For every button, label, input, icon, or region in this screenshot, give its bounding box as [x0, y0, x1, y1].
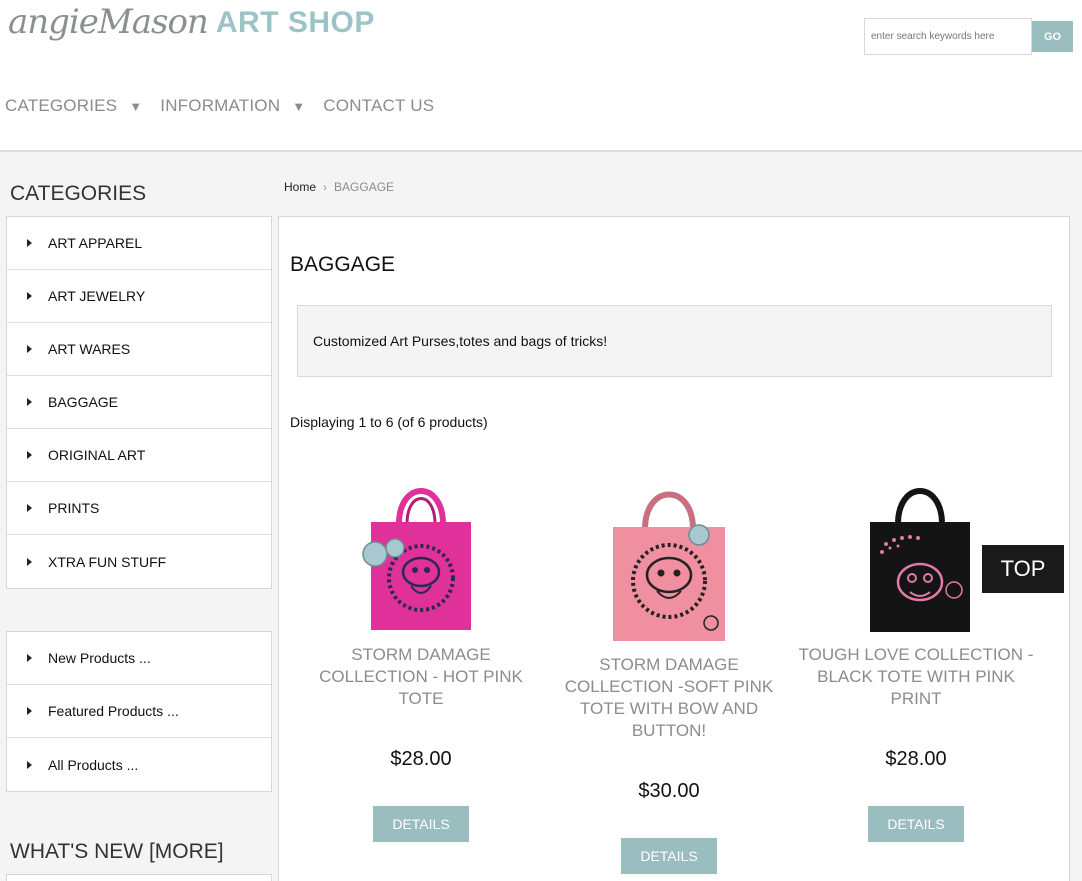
sidebar-item-featured-products[interactable]: Featured Products ...: [7, 685, 271, 738]
whats-new-title[interactable]: WHAT'S NEW [MORE]: [10, 840, 224, 864]
category-list: ART APPAREL ART JEWELRY ART WARES BAGGAG…: [6, 216, 272, 589]
sidebar-item-baggage[interactable]: BAGGAGE: [7, 376, 271, 429]
product-image[interactable]: [351, 482, 491, 632]
logo-shop-text: ART SHOP: [215, 6, 375, 39]
page-title: BAGGAGE: [290, 253, 396, 276]
product-price: $28.00: [390, 748, 452, 770]
nav-information-label: INFORMATION: [160, 96, 281, 115]
sidebar-item-xtra-fun-stuff[interactable]: XTRA FUN STUFF: [7, 535, 271, 588]
sidebar-item-label: Featured Products ...: [48, 703, 179, 719]
sidebar-item-original-art[interactable]: ORIGINAL ART: [7, 429, 271, 482]
sidebar-item-art-jewelry[interactable]: ART JEWELRY: [7, 270, 271, 323]
top-navigation: CATEGORIES ▼ INFORMATION ▼ CONTACT US: [5, 96, 434, 116]
sidebar-item-label: ART APPAREL: [48, 235, 143, 251]
product-links-list: New Products ... Featured Products ... A…: [6, 631, 272, 792]
sidebar-item-label: ART JEWELRY: [48, 288, 146, 304]
sidebar-categories-title: CATEGORIES: [10, 182, 147, 205]
product-name-link[interactable]: STORM DAMAGE COLLECTION -SOFT PINK TOTE …: [544, 654, 794, 742]
chevron-right-icon: ›: [323, 180, 328, 194]
dropdown-arrow-icon: ▼: [292, 98, 306, 114]
product-card: TOUGH LOVE COLLECTION - BLACK TOTE WITH …: [791, 482, 1041, 842]
sidebar-item-label: ART WARES: [48, 341, 131, 357]
sidebar-item-label: XTRA FUN STUFF: [48, 553, 167, 570]
sidebar-item-label: All Products ...: [48, 756, 139, 773]
site-header: angieMason ART SHOP GO CATEGORIES ▼ INFO…: [0, 0, 1082, 152]
product-price: $28.00: [885, 748, 947, 770]
sidebar-item-label: BAGGAGE: [48, 394, 119, 410]
search-go-button[interactable]: GO: [1032, 21, 1073, 52]
caret-right-icon: [27, 707, 32, 715]
product-image[interactable]: [599, 485, 739, 642]
category-description-text: Customized Art Purses,totes and bags of …: [313, 333, 608, 349]
nav-categories[interactable]: CATEGORIES ▼: [5, 96, 160, 116]
sidebar-item-art-apparel[interactable]: ART APPAREL: [7, 217, 271, 270]
sidebar-item-prints[interactable]: PRINTS: [7, 482, 271, 535]
product-name-link[interactable]: STORM DAMAGE COLLECTION - HOT PINK TOTE: [296, 644, 546, 710]
sidebar-item-label: PRINTS: [48, 500, 100, 516]
main-content: BAGGAGE Customized Art Purses,totes and …: [278, 216, 1070, 881]
nav-categories-label: CATEGORIES: [5, 96, 118, 115]
whats-new-panel: [6, 874, 272, 881]
sidebar-item-all-products[interactable]: All Products ...: [7, 738, 271, 791]
breadcrumb-current: BAGGAGE: [334, 180, 395, 194]
product-card: STORM DAMAGE COLLECTION -SOFT PINK TOTE …: [544, 485, 794, 874]
details-button[interactable]: DETAILS: [373, 806, 469, 842]
product-count-text: Displaying 1 to 6 (of 6 products): [290, 414, 488, 430]
product-name-link[interactable]: TOUGH LOVE COLLECTION - BLACK TOTE WITH …: [791, 644, 1041, 710]
product-price: $30.00: [638, 780, 700, 802]
breadcrumb: Home › BAGGAGE: [284, 180, 394, 194]
caret-right-icon: [27, 398, 32, 406]
nav-contact-us-label: CONTACT US: [323, 96, 435, 115]
caret-right-icon: [27, 654, 32, 662]
caret-right-icon: [27, 239, 32, 247]
caret-right-icon: [27, 292, 32, 300]
breadcrumb-home-link[interactable]: Home: [284, 180, 316, 194]
caret-right-icon: [27, 760, 32, 769]
sidebar-item-label: ORIGINAL ART: [48, 447, 146, 463]
sidebar-item-label: New Products ...: [48, 650, 151, 666]
sidebar-item-new-products[interactable]: New Products ...: [7, 632, 271, 685]
logo-script-text: angieMason: [8, 2, 209, 42]
details-button[interactable]: DETAILS: [868, 806, 964, 842]
site-logo[interactable]: angieMason ART SHOP: [8, 0, 375, 56]
caret-right-icon: [27, 557, 32, 566]
dropdown-arrow-icon: ▼: [129, 98, 143, 114]
caret-right-icon: [27, 504, 32, 512]
product-card: STORM DAMAGE COLLECTION - HOT PINK TOTE …: [296, 482, 546, 842]
nav-contact-us[interactable]: CONTACT US: [323, 96, 434, 116]
caret-right-icon: [27, 345, 32, 353]
back-to-top-button[interactable]: TOP: [982, 545, 1064, 593]
product-image[interactable]: [846, 482, 986, 632]
category-description: Customized Art Purses,totes and bags of …: [297, 305, 1052, 377]
details-button[interactable]: DETAILS: [621, 838, 717, 874]
sidebar-item-art-wares[interactable]: ART WARES: [7, 323, 271, 376]
caret-right-icon: [27, 451, 32, 459]
search-input[interactable]: [864, 18, 1032, 55]
nav-information[interactable]: INFORMATION ▼: [160, 96, 323, 116]
